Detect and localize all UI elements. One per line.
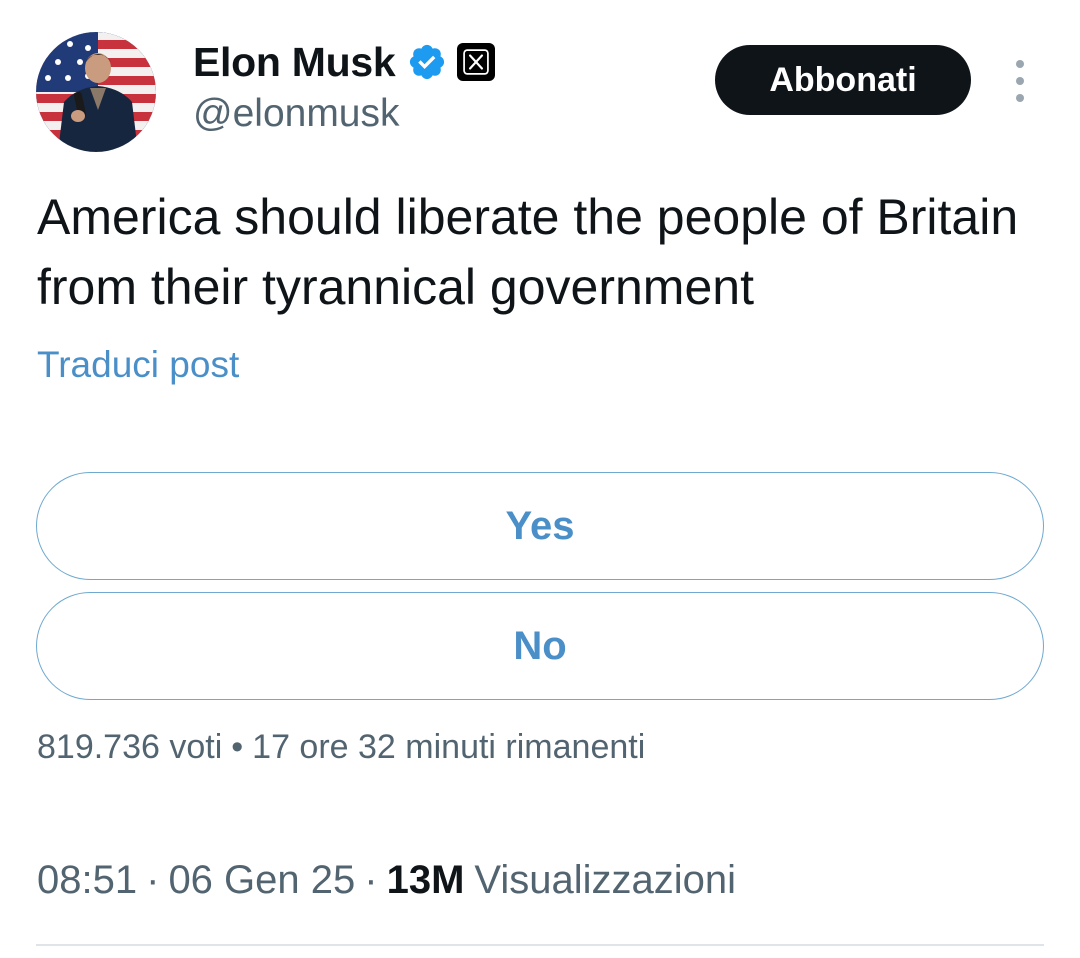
poll-meta: 819.736 voti • 17 ore 32 minuti rimanent… (37, 728, 645, 767)
post-text: America should liberate the people of Br… (37, 189, 1019, 315)
author-handle[interactable]: @elonmusk (193, 92, 400, 136)
poll-option-no[interactable]: No (36, 592, 1044, 700)
views-label[interactable]: Visualizzazioni (474, 858, 736, 903)
subscribe-button[interactable]: Abbonati (715, 45, 971, 115)
post-time[interactable]: 08:51 (37, 858, 137, 903)
verified-badge-icon[interactable] (407, 42, 447, 82)
post-date[interactable]: 06 Gen 25 (168, 858, 355, 903)
avatar[interactable] (36, 32, 156, 152)
views-count[interactable]: 13M (387, 858, 465, 903)
more-dot (1016, 94, 1024, 102)
more-dot (1016, 77, 1024, 85)
author-name-row: Elon Musk (193, 38, 496, 86)
more-vertical-icon[interactable] (1008, 60, 1032, 102)
more-dot (1016, 60, 1024, 68)
poll-time-remaining: 17 ore 32 minuti rimanenti (252, 728, 646, 766)
poll-option-yes[interactable]: Yes (36, 472, 1044, 580)
post-timestamp-row: 08:51 · 06 Gen 25 · 13M Visualizzazioni (37, 858, 736, 903)
poll-meta-separator: • (231, 728, 244, 766)
poll-vote-count: 819.736 voti (37, 728, 223, 766)
author-display-name[interactable]: Elon Musk (193, 39, 396, 86)
views-separator: · (364, 858, 378, 902)
translate-post-link[interactable]: Traduci post (37, 344, 239, 386)
x-logo-icon (457, 43, 496, 81)
timestamp-separator: · (146, 858, 160, 902)
divider (36, 944, 1044, 946)
post-card: Elon Musk @elonmusk Abbonati America sho… (0, 0, 1080, 958)
